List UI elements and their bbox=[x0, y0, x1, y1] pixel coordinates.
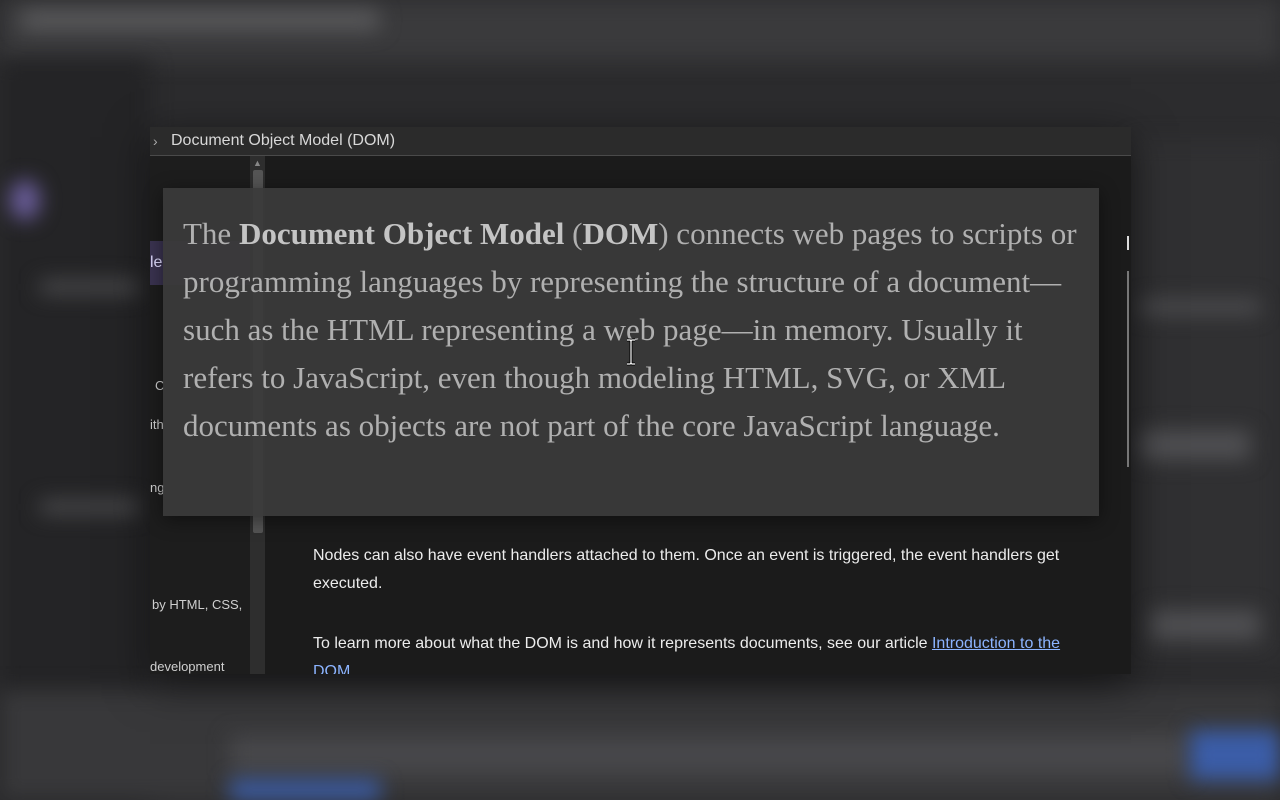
sidebar-item[interactable]: development bbox=[150, 659, 224, 674]
tooltip-text-part: ( bbox=[564, 216, 583, 251]
window-titlebar[interactable]: › Document Object Model (DOM) bbox=[150, 127, 1131, 156]
paragraph-learn-more-text: To learn more about what the DOM is and … bbox=[313, 635, 932, 652]
paragraph-learn-more-suffix: . bbox=[350, 663, 355, 674]
paragraph-event-handlers: Nodes can also have event handlers attac… bbox=[313, 547, 1060, 592]
content-scrollbar[interactable] bbox=[1127, 271, 1129, 467]
text-cursor-icon bbox=[627, 338, 635, 366]
tooltip-text: The Document Object Model (DOM) connects… bbox=[163, 188, 1099, 450]
text-caret bbox=[1127, 236, 1129, 250]
tooltip-bold-term: Document Object Model bbox=[238, 216, 565, 251]
sidebar-active-label: le bbox=[150, 254, 163, 271]
chevron-right-icon[interactable]: › bbox=[153, 133, 167, 149]
scroll-up-arrow-icon[interactable]: ▲ bbox=[253, 158, 262, 168]
sidebar-item[interactable]: ith bbox=[150, 417, 164, 432]
tooltip-text-part: The bbox=[183, 216, 239, 251]
tooltip-bold-abbr: DOM bbox=[582, 216, 659, 251]
sidebar-item[interactable]: by HTML, CSS, bbox=[152, 597, 242, 612]
window-title: Document Object Model (DOM) bbox=[171, 132, 396, 149]
paragraph-learn-more: To learn more about what the DOM is and … bbox=[313, 630, 1073, 674]
